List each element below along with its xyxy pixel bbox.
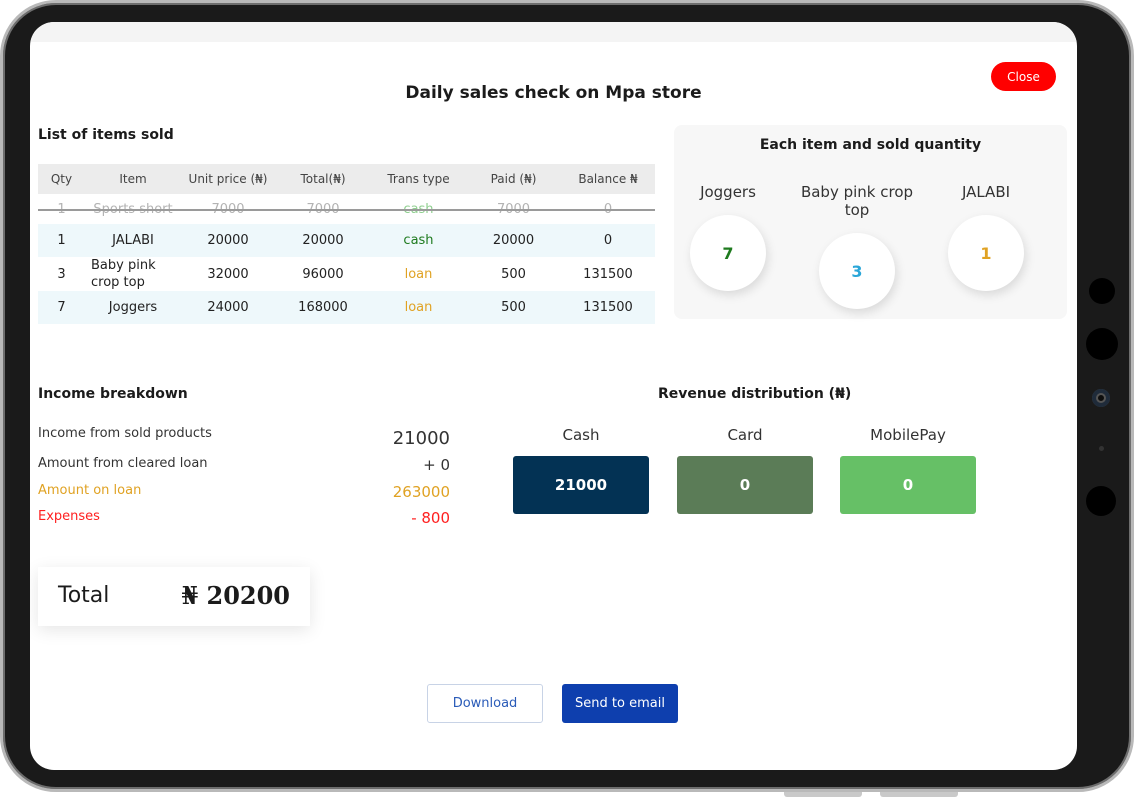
page-title: Daily sales check on Mpa store — [405, 83, 702, 103]
table-cell: 500 — [466, 291, 561, 324]
income-value: 21000 — [392, 428, 450, 449]
send-email-button[interactable]: Send to email — [562, 684, 678, 723]
column-header: Qty — [38, 164, 85, 194]
item-name: Joggers — [700, 183, 756, 201]
total-label: Total — [58, 583, 110, 608]
table-cell: 7 — [38, 291, 85, 324]
sensor-dot — [1086, 486, 1116, 516]
table-header-row: Qty Item Unit price (₦) Total(₦) Trans t… — [38, 164, 655, 194]
income-value: + 0 — [423, 456, 450, 474]
income-value: - 800 — [411, 509, 450, 527]
sensor-dot — [1086, 328, 1118, 360]
sensor-dot — [1099, 446, 1104, 451]
income-label: Income from sold products — [38, 426, 212, 441]
table-cell: 168000 — [275, 291, 371, 324]
income-label: Expenses — [38, 509, 100, 524]
income-section-title: Income breakdown — [38, 386, 188, 402]
table-cell: 20000 — [181, 224, 275, 257]
table-cell: 500 — [501, 266, 526, 282]
table-cell: 0 — [561, 224, 655, 257]
items-section-title: List of items sold — [38, 127, 174, 143]
column-header: Total(₦) — [275, 164, 371, 194]
revenue-box: 0 — [840, 456, 976, 514]
table-cell: 1 — [38, 224, 85, 257]
column-header: Paid (₦) — [466, 164, 561, 194]
table-cell: loan — [404, 266, 433, 282]
table-cell: Joggers — [85, 291, 181, 324]
income-value: 263000 — [392, 483, 450, 501]
quantity-circle: 3 — [819, 233, 895, 309]
quantity-value: 1 — [980, 243, 992, 263]
item-quantity-panel: Each item and sold quantity Joggers 7 Ba… — [674, 125, 1067, 319]
revenue-label: Card — [727, 426, 763, 444]
close-button[interactable]: Close — [991, 62, 1056, 91]
table-cell: cash — [371, 224, 466, 257]
revenue-cash: Cash 21000 — [513, 426, 649, 514]
item-name: JALABI — [961, 183, 1011, 201]
quantity-circle: 1 — [948, 215, 1024, 291]
table-cell: 131500 — [583, 266, 633, 282]
table-cell: 3 — [57, 266, 66, 282]
quantity-item: Joggers 7 — [658, 183, 798, 291]
volume-button — [784, 792, 862, 797]
income-label: Amount from cleared loan — [38, 456, 208, 471]
screen: Daily sales check on Mpa store Close Lis… — [30, 22, 1077, 770]
revenue-label: MobilePay — [870, 426, 946, 444]
table-cell: 20000 — [466, 224, 561, 257]
camera-icon — [1092, 389, 1110, 407]
revenue-box: 0 — [677, 456, 813, 514]
quantity-value: 3 — [851, 261, 863, 281]
table-cell: JALABI — [85, 224, 181, 257]
income-row: Income from sold products 21000 — [38, 426, 450, 449]
quantity-value: 7 — [722, 243, 734, 263]
column-header: Unit price (₦) — [181, 164, 275, 194]
table-cell: 32000 — [207, 266, 249, 282]
table-cell: 24000 — [181, 291, 275, 324]
strikethrough-line — [38, 209, 655, 211]
table-cell: 20000 — [275, 224, 371, 257]
items-table: Qty Item Unit price (₦) Total(₦) Trans t… — [38, 164, 655, 324]
table-row[interactable]: 1 JALABI 20000 20000 cash 20000 0 — [38, 224, 655, 257]
table-row[interactable]: 3 Baby pink crop top 32000 96000 loan 50… — [38, 257, 655, 291]
total-card: Total ₦ 20200 — [38, 567, 310, 626]
status-bar — [30, 22, 1077, 42]
table-cell: 131500 — [561, 291, 655, 324]
income-row: Amount on loan 263000 — [38, 483, 450, 503]
power-button — [880, 792, 958, 797]
column-header: Trans type — [371, 164, 466, 194]
revenue-value: 0 — [739, 476, 751, 494]
total-value: ₦ 20200 — [181, 581, 290, 610]
revenue-box: 21000 — [513, 456, 649, 514]
table-cell: Baby pink crop top — [91, 258, 156, 290]
revenue-card: Card 0 — [677, 426, 813, 514]
table-row[interactable]: 7 Joggers 24000 168000 loan 500 131500 — [38, 291, 655, 324]
revenue-value: 21000 — [554, 476, 608, 494]
revenue-label: Cash — [562, 426, 600, 444]
panel-title: Each item and sold quantity — [759, 137, 982, 153]
income-label: Amount on loan — [38, 483, 142, 498]
table-cell: loan — [371, 291, 466, 324]
item-name: Baby pink crop top — [800, 183, 914, 219]
quantity-item: Baby pink crop top 3 — [787, 183, 927, 309]
revenue-section-title: Revenue distribution (₦) — [658, 386, 852, 402]
revenue-value: 0 — [902, 476, 914, 494]
quantity-circle: 7 — [690, 215, 766, 291]
table-cell: 96000 — [302, 266, 344, 282]
column-header: Item — [85, 164, 181, 194]
quantity-item: JALABI 1 — [916, 183, 1056, 291]
sensor-dot — [1089, 278, 1115, 304]
income-row: Expenses - 800 — [38, 509, 450, 529]
income-row: Amount from cleared loan + 0 — [38, 456, 450, 476]
column-header: Balance ₦ — [561, 164, 655, 194]
download-button[interactable]: Download — [427, 684, 543, 723]
revenue-mobilepay: MobilePay 0 — [840, 426, 976, 514]
